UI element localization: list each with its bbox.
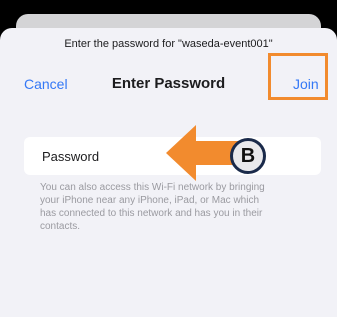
help-text: You can also access this Wi-Fi network b… — [40, 181, 320, 233]
help-line: You can also access this Wi-Fi network b… — [40, 182, 265, 193]
help-line: contacts. — [40, 221, 81, 232]
help-line: has connected to this network and has yo… — [40, 208, 263, 219]
cancel-button[interactable]: Cancel — [24, 76, 68, 92]
password-placeholder: Password — [42, 149, 100, 164]
help-line: your iPhone near any iPhone, iPad, or Ma… — [40, 195, 260, 206]
annotation-badge: B — [230, 138, 266, 174]
join-button[interactable]: Join — [293, 76, 319, 92]
password-prompt: Enter the password for "waseda-event001" — [64, 38, 273, 50]
